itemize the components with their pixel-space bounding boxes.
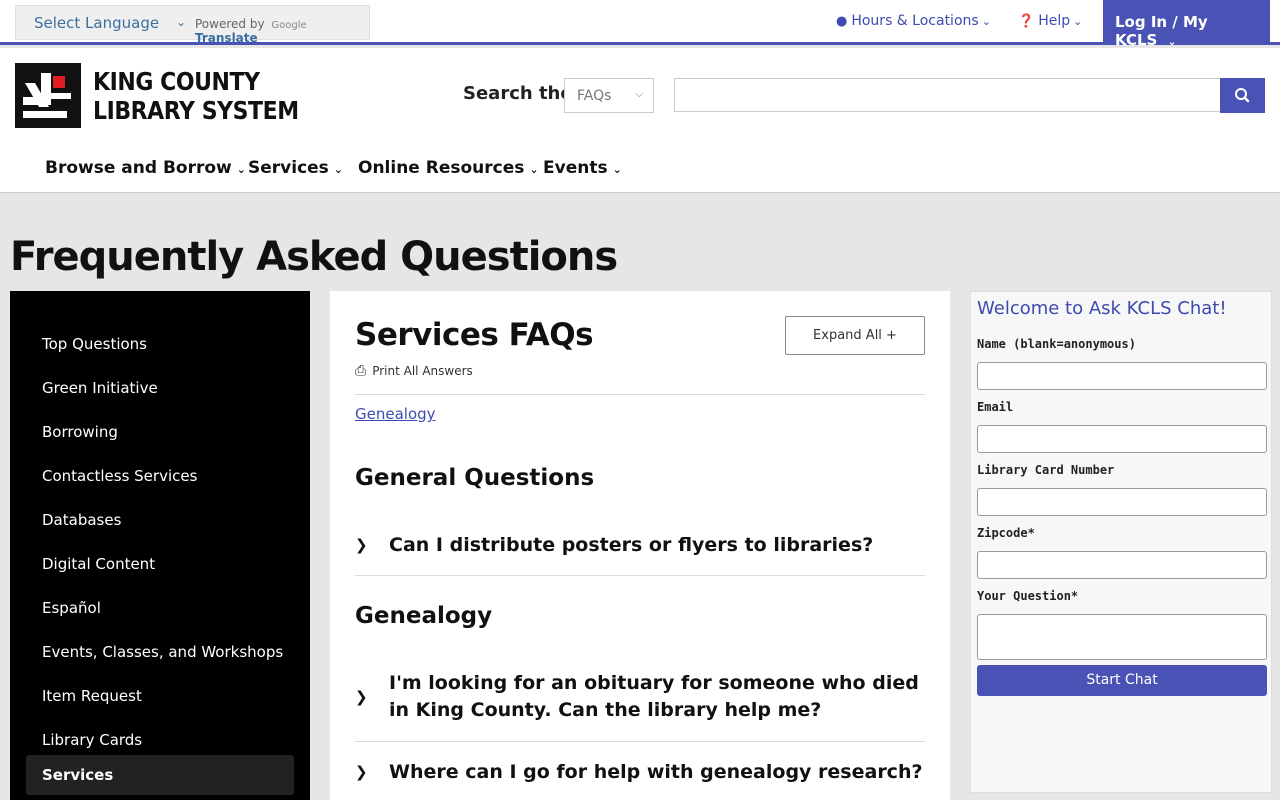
chevron-down-icon: ⌄ xyxy=(1167,35,1177,48)
sidebar-item-top-questions[interactable]: Top Questions xyxy=(26,324,294,364)
hours-locations-label: Hours & Locations xyxy=(851,13,979,29)
chat-zip-label: Zipcode* xyxy=(977,526,1035,540)
section-heading-genealogy: Genealogy xyxy=(355,603,493,629)
site-header: KING COUNTY LIBRARY SYSTEM Search the FA… xyxy=(0,48,1280,193)
nav-label: Browse and Borrow xyxy=(45,158,232,178)
divider xyxy=(355,575,925,576)
chevron-down-icon: ⌄ xyxy=(529,163,539,176)
logo-line-1: KING COUNTY xyxy=(93,67,260,96)
faq-question-text: I'm looking for an obituary for someone … xyxy=(389,672,919,721)
utility-bar: Select Language ⌄ Powered by Google Tran… xyxy=(0,0,1280,49)
sidebar-item-digital-content[interactable]: Digital Content xyxy=(26,544,294,584)
translate-link[interactable]: Translate xyxy=(195,31,258,45)
printer-icon: ⎙ xyxy=(355,363,367,379)
search-scope-select[interactable]: FAQs ⌵ xyxy=(564,78,654,113)
search-icon xyxy=(1235,88,1250,103)
start-chat-button[interactable]: Start Chat xyxy=(977,665,1267,696)
jump-link-genealogy[interactable]: Genealogy xyxy=(355,405,436,423)
help-label: Help xyxy=(1038,13,1071,29)
sidebar-item-item-request[interactable]: Item Request xyxy=(26,676,294,716)
chat-name-label: Name (blank=anonymous) xyxy=(977,337,1136,351)
powered-by-text: Powered by xyxy=(195,17,265,31)
chat-card-field[interactable] xyxy=(977,488,1267,516)
sidebar-item-green-initiative[interactable]: Green Initiative xyxy=(26,368,294,408)
sidebar-item-contactless-services[interactable]: Contactless Services xyxy=(26,456,294,496)
content-heading: Services FAQs xyxy=(355,317,594,353)
sidebar-item-databases[interactable]: Databases xyxy=(26,500,294,540)
nav-label: Online Resources xyxy=(358,158,525,178)
kcls-logo-icon[interactable] xyxy=(15,63,81,128)
powered-by-translate: Powered by Google Translate xyxy=(195,17,369,45)
faq-question-text: Where can I go for help with genealogy r… xyxy=(389,761,923,783)
nav-online-resources[interactable]: Online Resources ⌄ xyxy=(358,158,539,178)
chat-email-label: Email xyxy=(977,400,1014,414)
nav-label: Services xyxy=(248,158,329,178)
chevron-down-icon: ⌄ xyxy=(981,15,991,28)
section-heading-general: General Questions xyxy=(355,465,595,491)
faq-question[interactable]: ❯ I'm looking for an obituary for someon… xyxy=(355,670,925,724)
nav-label: Events xyxy=(543,158,608,178)
faq-category-sidebar: Top Questions Green Initiative Borrowing… xyxy=(10,291,310,800)
nav-events[interactable]: Events ⌄ xyxy=(543,158,622,178)
language-select-label[interactable]: Select Language xyxy=(34,14,159,32)
sidebar-item-espanol[interactable]: Español xyxy=(26,588,294,628)
chevron-right-icon: ❯ xyxy=(355,536,368,554)
google-logo-text: Google xyxy=(271,20,307,31)
chevron-down-icon: ⌄ xyxy=(236,163,246,176)
print-all-answers-link[interactable]: ⎙ Print All Answers xyxy=(355,363,473,379)
faq-question[interactable]: ❯ Can I distribute posters or flyers to … xyxy=(355,532,925,559)
language-selector[interactable]: Select Language ⌄ Powered by Google Tran… xyxy=(15,5,370,45)
chevron-down-icon: ⌄ xyxy=(1073,15,1083,28)
faq-content-panel: Services FAQs Expand All + ⎙ Print All An… xyxy=(330,291,950,800)
help-link[interactable]: ❓ Help ⌄ xyxy=(1018,13,1082,29)
search-input[interactable] xyxy=(674,78,1221,112)
chat-question-label: Your Question* xyxy=(977,589,1079,603)
chat-question-field[interactable] xyxy=(977,614,1267,660)
question-circle-icon: ❓ xyxy=(1018,14,1035,29)
site-logo-text[interactable]: KING COUNTY LIBRARY SYSTEM xyxy=(93,67,299,125)
sidebar-item-events-classes[interactable]: Events, Classes, and Workshops xyxy=(26,632,294,672)
chevron-down-icon: ⌄ xyxy=(612,163,622,176)
divider xyxy=(355,741,925,742)
chevron-right-icon: ❯ xyxy=(355,688,368,706)
page-title: Frequently Asked Questions xyxy=(10,234,618,280)
ask-kcls-chat-panel: Welcome to Ask KCLS Chat! Name (blank=an… xyxy=(970,291,1272,793)
chat-name-field[interactable] xyxy=(977,362,1267,390)
chat-zip-field[interactable] xyxy=(977,551,1267,579)
nav-browse-borrow[interactable]: Browse and Borrow ⌄ xyxy=(45,158,246,178)
sidebar-item-library-cards[interactable]: Library Cards xyxy=(26,720,294,760)
search-label: Search the xyxy=(463,83,573,104)
chevron-down-icon: ⌄ xyxy=(333,163,344,176)
chevron-down-icon: ⌄ xyxy=(176,15,187,29)
chevron-down-icon: ⌵ xyxy=(635,89,643,100)
search-button[interactable] xyxy=(1220,78,1265,113)
chat-title: Welcome to Ask KCLS Chat! xyxy=(977,298,1227,319)
faq-question[interactable]: ❯ Where can I go for help with genealogy… xyxy=(355,759,925,786)
sidebar-item-borrowing[interactable]: Borrowing xyxy=(26,412,294,452)
hours-locations-link[interactable]: ● Hours & Locations ⌄ xyxy=(836,13,991,29)
login-button[interactable]: Log In / My KCLS ⌄ xyxy=(1103,0,1270,49)
faq-question-text: Can I distribute posters or flyers to li… xyxy=(389,534,874,556)
chat-card-label: Library Card Number xyxy=(977,463,1115,477)
chevron-right-icon: ❯ xyxy=(355,763,368,781)
logo-line-2: LIBRARY SYSTEM xyxy=(93,96,299,125)
print-all-label: Print All Answers xyxy=(372,364,473,378)
expand-all-button[interactable]: Expand All + xyxy=(785,316,925,355)
sidebar-item-services[interactable]: Services xyxy=(26,755,294,795)
chat-email-field[interactable] xyxy=(977,425,1267,453)
divider xyxy=(355,394,925,395)
login-label: Log In / My KCLS xyxy=(1115,13,1208,49)
map-marker-icon: ● xyxy=(836,14,848,29)
nav-services[interactable]: Services ⌄ xyxy=(248,158,343,178)
search-scope-value: FAQs xyxy=(577,88,612,104)
